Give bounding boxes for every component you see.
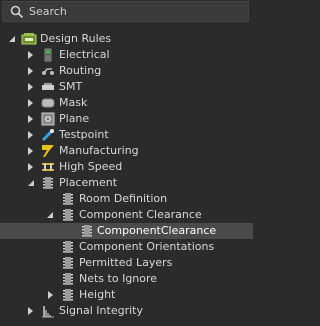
tree-item-label: Routing <box>59 64 102 77</box>
routing-icon <box>42 68 54 75</box>
collapsed-arrow-icon[interactable] <box>26 147 34 155</box>
tree-item-label: Nets to Ignore <box>79 272 158 285</box>
tree-item-manufacturing[interactable]: Manufacturing <box>0 143 253 159</box>
tree-item-mask[interactable]: Mask <box>0 95 253 111</box>
design-rules-icon <box>21 33 37 45</box>
tree-item-label: Room Definition <box>79 192 168 205</box>
rule-icon <box>63 257 73 269</box>
tree-item-label: ComponentClearance <box>97 224 217 237</box>
tree-item-component-clearance[interactable]: Component Clearance <box>0 207 253 223</box>
signal-integrity-icon <box>42 306 54 318</box>
rule-icon <box>82 225 92 237</box>
tree-item-label: SMT <box>59 80 83 93</box>
tree-item-design-rules[interactable]: Design Rules <box>0 31 253 47</box>
testpoint-icon <box>41 128 55 142</box>
rule-icon <box>63 241 73 253</box>
collapsed-arrow-icon[interactable] <box>26 307 34 315</box>
manufacturing-icon <box>42 145 54 157</box>
high-speed-icon <box>42 163 54 171</box>
tree-item-label: Component Clearance <box>79 208 202 221</box>
tree-item-label: Component Orientations <box>79 240 215 253</box>
tree-item-routing[interactable]: Routing <box>0 63 253 79</box>
rule-icon <box>63 273 73 285</box>
tree-item-label: Placement <box>59 176 118 189</box>
tree-item-plane[interactable]: Plane <box>0 111 253 127</box>
collapsed-arrow-icon[interactable] <box>26 163 34 171</box>
tree-item-label: Design Rules <box>40 32 112 45</box>
collapsed-arrow-icon[interactable] <box>26 115 34 123</box>
collapsed-arrow-icon[interactable] <box>26 67 34 75</box>
tree-item-permitted-layers[interactable]: Permitted Layers <box>0 255 253 271</box>
tree-item-label: Mask <box>59 96 88 109</box>
plane-icon <box>41 112 55 126</box>
tree-item-label: Plane <box>59 112 90 125</box>
tree-item-label: Permitted Layers <box>79 256 173 269</box>
tree-item-label: Signal Integrity <box>59 304 143 317</box>
rule-icon <box>63 289 73 301</box>
collapsed-arrow-icon[interactable] <box>26 99 34 107</box>
tree-item-smt[interactable]: SMT <box>0 79 253 95</box>
collapsed-arrow-icon[interactable] <box>26 83 34 91</box>
expanded-arrow-icon[interactable] <box>46 211 54 219</box>
tree-item-high-speed[interactable]: High Speed <box>0 159 253 175</box>
tree-item-testpoint[interactable]: Testpoint <box>0 127 253 143</box>
tree-item-electrical[interactable]: Electrical <box>0 47 253 63</box>
placement-icon <box>43 177 53 189</box>
tree-item-label: Height <box>79 288 116 301</box>
electrical-icon <box>44 48 52 62</box>
search-icon <box>10 5 24 19</box>
tree-item-label: Electrical <box>59 48 110 61</box>
search-input[interactable]: Search <box>29 5 67 18</box>
tree-item-label: Testpoint <box>59 128 109 141</box>
collapsed-arrow-icon[interactable] <box>26 51 34 59</box>
mask-icon <box>41 98 55 108</box>
expanded-arrow-icon[interactable] <box>27 179 35 187</box>
rule-icon <box>63 209 73 221</box>
tree-item-label: High Speed <box>59 160 123 173</box>
tree-item-nets-to-ignore[interactable]: Nets to Ignore <box>0 271 253 287</box>
tree-item-componentclearance-selected[interactable]: ComponentClearance <box>0 223 253 239</box>
collapsed-arrow-icon[interactable] <box>46 291 54 299</box>
tree-item-label: Manufacturing <box>59 144 139 157</box>
tree-item-height[interactable]: Height <box>0 287 253 303</box>
collapsed-arrow-icon[interactable] <box>26 131 34 139</box>
search-box[interactable]: Search <box>2 1 249 22</box>
tree-item-placement[interactable]: Placement <box>0 175 253 191</box>
tree-item-signal-integrity[interactable]: Signal Integrity <box>0 303 253 319</box>
smt-icon <box>42 83 54 90</box>
rule-icon <box>63 193 73 205</box>
tree-item-component-orientations[interactable]: Component Orientations <box>0 239 253 255</box>
expanded-arrow-icon[interactable] <box>8 35 16 43</box>
tree-item-room-definition[interactable]: Room Definition <box>0 191 253 207</box>
